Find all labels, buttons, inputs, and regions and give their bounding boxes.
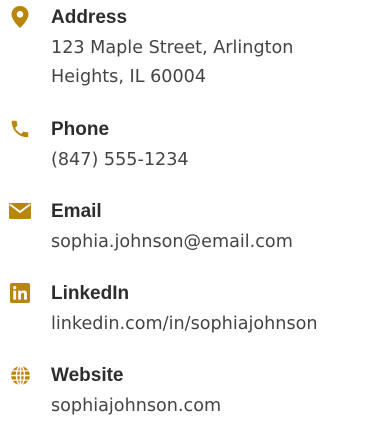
envelope-icon [8,199,32,223]
linkedin-value[interactable]: linkedin.com/in/sophiajohnson [51,310,318,338]
email-label: Email [51,201,102,222]
linkedin-icon [8,281,32,305]
map-pin-icon [8,5,32,29]
phone-label: Phone [51,119,110,140]
address-label: Address [51,7,128,28]
website-value[interactable]: sophiajohnson.com [51,392,221,420]
email-value[interactable]: sophia.johnson@email.com [51,228,293,256]
website-label: Website [51,365,124,386]
phone-value[interactable]: (847) 555-1234 [51,146,189,174]
linkedin-label: LinkedIn [51,283,130,304]
contact-info-card: Address 123 Maple Street, Arlington Heig… [0,0,385,421]
address-line-1: 123 Maple Street, Arlington [51,38,294,58]
phone-icon [8,117,32,141]
globe-icon [8,363,32,387]
address-line-2: Heights, IL 60004 [51,67,207,87]
